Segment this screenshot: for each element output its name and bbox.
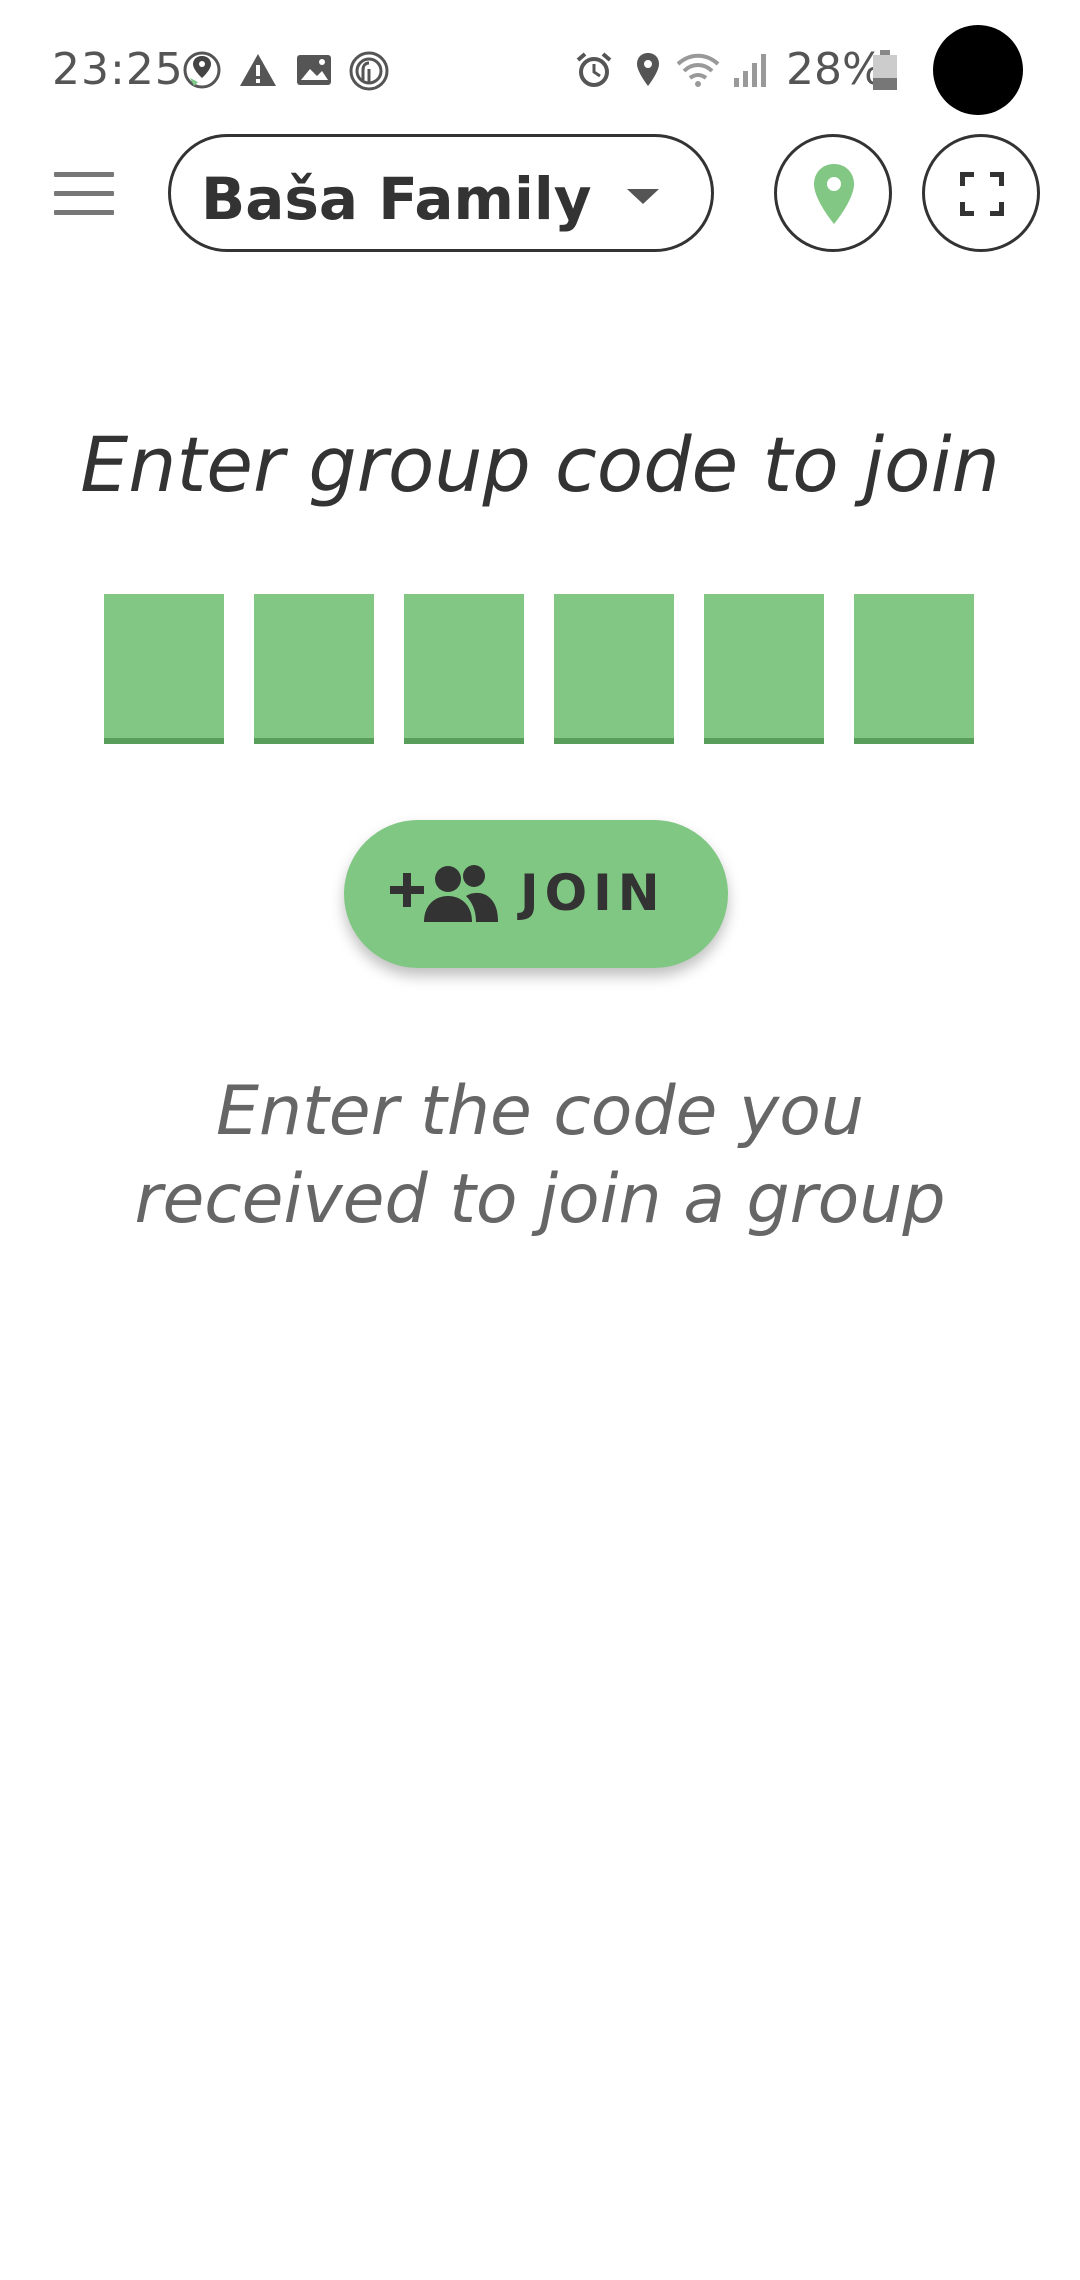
group-selector[interactable]: Baša Family — [168, 134, 714, 252]
hint-text: Enter the code you received to join a gr… — [0, 1068, 1080, 1244]
fullscreen-icon — [960, 172, 1004, 216]
code-digit-input[interactable] — [554, 594, 674, 744]
code-digit-input[interactable] — [404, 594, 524, 744]
join-button-label: JOIN — [520, 864, 666, 922]
chevron-down-icon — [627, 189, 659, 204]
map-pin-icon — [814, 164, 854, 224]
hint-text-content: Enter the code you received to join a gr… — [134, 1072, 946, 1239]
join-group-screen: 23:25 28% Baša Family Enter group code t… — [0, 0, 1080, 2280]
menu-button[interactable] — [54, 172, 114, 216]
alarm-icon — [574, 50, 614, 90]
status-bar: 23:25 28% — [0, 0, 1080, 130]
camera-cutout — [933, 25, 1023, 115]
fullscreen-button[interactable] — [922, 134, 1040, 252]
page-title: Enter group code to join — [80, 420, 1000, 509]
wifi-icon — [674, 50, 722, 90]
warning-icon — [238, 50, 278, 90]
code-digit-input[interactable] — [854, 594, 974, 744]
location-sync-icon — [182, 50, 222, 90]
group-name: Baša Family — [201, 165, 592, 233]
status-time: 23:25 — [52, 44, 184, 95]
fingerprint-icon — [348, 50, 389, 91]
code-digit-input[interactable] — [254, 594, 374, 744]
menu-icon — [54, 172, 114, 177]
join-button[interactable]: JOIN — [344, 820, 728, 968]
signal-icon — [730, 50, 770, 90]
battery-icon — [870, 50, 900, 90]
location-button[interactable] — [774, 134, 892, 252]
image-icon — [294, 50, 334, 90]
code-digit-input[interactable] — [704, 594, 824, 744]
code-digit-input[interactable] — [104, 594, 224, 744]
location-icon — [628, 50, 668, 90]
group-add-icon — [390, 865, 498, 922]
